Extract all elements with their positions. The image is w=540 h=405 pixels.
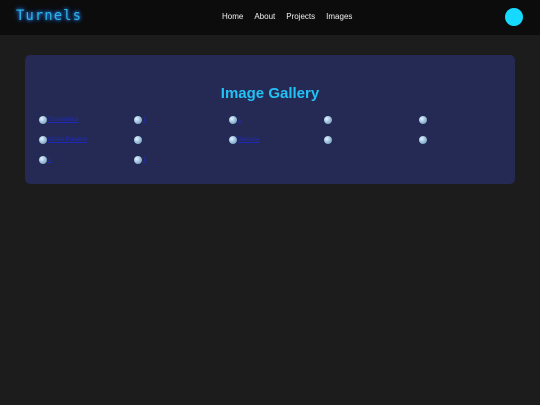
nav-link-images[interactable]: Images xyxy=(326,12,352,21)
broken-image-icon xyxy=(419,136,427,144)
gallery-item xyxy=(419,116,514,136)
image-alt-text: 1 xyxy=(143,117,147,123)
image-grid: Screenshot 1 1 Movie Preview Website 1 1 xyxy=(39,116,514,176)
image-alt-text: 1 xyxy=(48,157,52,163)
nav-link-home[interactable]: Home xyxy=(222,12,243,21)
gallery-image-link[interactable] xyxy=(419,136,428,144)
site-logo[interactable]: Turnels xyxy=(16,8,82,24)
gallery-item: 1 xyxy=(134,116,229,136)
gallery-item: 1 xyxy=(134,156,229,176)
broken-image-icon xyxy=(134,136,142,144)
gallery-panel: Image Gallery Screenshot 1 1 Movie Preview W… xyxy=(25,55,515,184)
image-alt-text: Screenshot xyxy=(48,117,79,123)
gallery-item: 1 xyxy=(229,116,324,136)
image-alt-text: Website xyxy=(238,137,260,143)
gallery-image-link[interactable] xyxy=(134,136,143,144)
gallery-item: Screenshot xyxy=(39,116,134,136)
gallery-item xyxy=(324,116,419,136)
broken-image-icon xyxy=(39,136,47,144)
gallery-image-link[interactable]: 1 xyxy=(39,156,51,164)
image-alt-text: 1 xyxy=(238,117,242,123)
gallery-item xyxy=(419,136,514,156)
gallery-image-link[interactable]: Movie Preview xyxy=(39,136,87,144)
broken-image-icon xyxy=(324,136,332,144)
gallery-image-link[interactable]: Screenshot xyxy=(39,116,78,124)
image-alt-text: 1 xyxy=(143,157,147,163)
gallery-image-link[interactable]: Website xyxy=(229,136,260,144)
gallery-image-link[interactable]: 1 xyxy=(134,156,146,164)
gallery-image-link[interactable]: 1 xyxy=(229,116,241,124)
nav-link-projects[interactable]: Projects xyxy=(286,12,315,21)
broken-image-icon xyxy=(134,116,142,124)
avatar[interactable] xyxy=(505,8,523,26)
gallery-item: 1 xyxy=(39,156,134,176)
gallery-item: Movie Preview xyxy=(39,136,134,156)
gallery-image-link[interactable] xyxy=(324,116,333,124)
broken-image-icon xyxy=(324,116,332,124)
broken-image-icon xyxy=(134,156,142,164)
broken-image-icon xyxy=(229,116,237,124)
gallery-item: Website xyxy=(229,136,324,156)
top-navbar: Turnels Home About Projects Images xyxy=(0,0,540,35)
broken-image-icon xyxy=(39,156,47,164)
image-alt-text: Movie Preview xyxy=(48,137,88,143)
broken-image-icon xyxy=(39,116,47,124)
gallery-image-link[interactable]: 1 xyxy=(134,116,146,124)
page-title: Image Gallery xyxy=(220,85,320,102)
nav-link-about[interactable]: About xyxy=(254,12,275,21)
gallery-image-link[interactable] xyxy=(324,136,333,144)
gallery-image-link[interactable] xyxy=(419,116,428,124)
nav-links: Home About Projects Images xyxy=(222,12,352,21)
gallery-item xyxy=(324,136,419,156)
broken-image-icon xyxy=(419,116,427,124)
gallery-item xyxy=(134,136,229,156)
broken-image-icon xyxy=(229,136,237,144)
